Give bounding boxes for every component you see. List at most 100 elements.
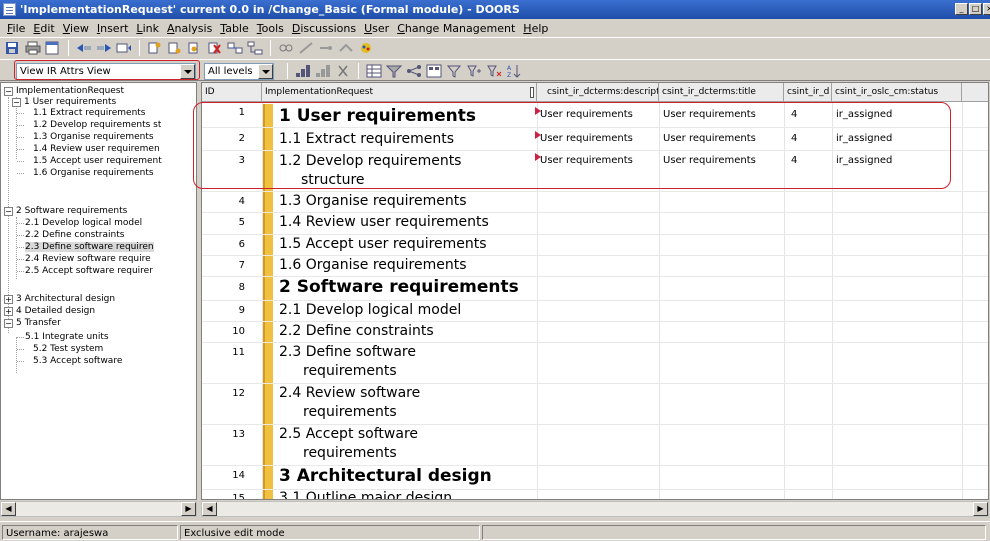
requirement-heading[interactable]: 1 User requirements	[279, 107, 535, 126]
indent-left-icon[interactable]	[76, 41, 92, 55]
requirement-text[interactable]: 3.1 Outline major design	[279, 489, 535, 499]
minimize-button[interactable]: _	[955, 3, 968, 15]
link-end-icon[interactable]	[298, 41, 314, 55]
tree-item[interactable]: 1.4 Review user requiremen	[33, 143, 160, 155]
collapse-icon[interactable]: −	[4, 319, 13, 328]
funnel-icon[interactable]	[446, 64, 462, 78]
print-icon[interactable]	[25, 41, 41, 55]
cell-description[interactable]: User requirements	[540, 155, 633, 167]
tree-item[interactable]: 5.1 Integrate units	[25, 331, 109, 343]
show-structure-icon[interactable]	[295, 64, 311, 78]
requirement-text[interactable]: 1.6 Organise requirements	[279, 256, 535, 275]
table-icon[interactable]	[366, 64, 382, 78]
hierarchy-icon[interactable]	[247, 41, 263, 55]
requirement-text[interactable]: 2.1 Develop logical model	[279, 301, 535, 320]
share-icon[interactable]	[406, 64, 422, 78]
scroll-left-icon[interactable]: ◀	[1, 502, 16, 516]
tree-horizontal-scrollbar[interactable]: ◀ ▶	[0, 501, 197, 517]
cell-description[interactable]: User requirements	[540, 109, 633, 121]
link-delete-icon[interactable]	[318, 41, 334, 55]
color-icon[interactable]	[358, 41, 374, 55]
tree-item[interactable]: 5.2 Test system	[33, 343, 103, 355]
cell-title[interactable]: User requirements	[663, 155, 756, 167]
tree-item[interactable]: 1.2 Develop requirements st	[33, 119, 161, 131]
delete-object-icon[interactable]	[207, 41, 223, 55]
tree-item[interactable]: 2.4 Review software require	[25, 253, 151, 265]
level-dropdown[interactable]: All levels	[204, 63, 274, 80]
tree-item[interactable]: 2.2 Define constraints	[25, 229, 124, 241]
menu-view[interactable]: View	[59, 22, 93, 35]
filter-icon[interactable]	[385, 64, 403, 78]
menu-user[interactable]: User	[360, 22, 393, 35]
insert-child-icon[interactable]	[187, 41, 203, 55]
clear-filter-icon[interactable]	[486, 64, 502, 78]
menu-change-management[interactable]: Change Management	[393, 22, 519, 35]
link-icon[interactable]	[227, 41, 243, 55]
indent-right-icon[interactable]	[96, 41, 112, 55]
save-icon[interactable]	[5, 41, 21, 55]
cell-number[interactable]: 4	[791, 133, 797, 145]
expand-icon[interactable]: +	[4, 295, 13, 304]
link-find-icon[interactable]	[338, 41, 354, 55]
chevron-down-icon[interactable]	[258, 64, 273, 79]
scroll-right-icon[interactable]: ▶	[973, 502, 988, 516]
cell-number[interactable]: 4	[791, 109, 797, 121]
close-button[interactable]: ×	[983, 3, 990, 15]
tree-item[interactable]: 4 Detailed design	[16, 305, 95, 317]
tree-item[interactable]: 2.1 Develop logical model	[25, 217, 142, 229]
show-graphics-icon[interactable]	[315, 64, 331, 78]
menu-insert[interactable]: Insert	[93, 22, 133, 35]
requirement-text[interactable]: 2.2 Define constraints	[279, 322, 535, 341]
collapse-icon[interactable]: −	[12, 98, 21, 107]
requirement-text[interactable]: 1.5 Accept user requirements	[279, 235, 535, 254]
menu-table[interactable]: Table	[216, 22, 252, 35]
requirement-text[interactable]: 1.2 Develop requirements structure	[279, 152, 535, 190]
collapse-icon[interactable]: −	[4, 87, 13, 96]
requirement-heading[interactable]: 3 Architectural design	[279, 467, 535, 486]
tree-item[interactable]: 2 Software requirements	[16, 205, 127, 217]
menu-file[interactable]: File	[3, 22, 29, 35]
advanced-filter-icon[interactable]	[466, 64, 482, 78]
requirement-text[interactable]: 1.3 Organise requirements	[279, 192, 535, 211]
cell-description[interactable]: User requirements	[540, 133, 633, 145]
tree-item[interactable]: 5 Transfer	[16, 317, 61, 329]
cell-number[interactable]: 4	[791, 155, 797, 167]
column-header-status[interactable]: csint_ir_oslc_cm:status	[832, 83, 962, 102]
insert-below-icon[interactable]	[167, 41, 183, 55]
requirement-text[interactable]: 2.3 Define software requirements	[279, 343, 535, 381]
move-icon[interactable]	[116, 41, 132, 55]
insert-object-icon[interactable]	[147, 41, 163, 55]
tree-item-selected[interactable]: 2.3 Define software requiren	[25, 241, 154, 253]
maximize-button[interactable]: □	[969, 3, 982, 15]
cell-status[interactable]: ir_assigned	[836, 133, 892, 145]
column-header-implementation-request[interactable]: ImplementationRequest	[262, 83, 537, 102]
tree-item[interactable]: 2.5 Accept software requirer	[25, 265, 153, 277]
cell-title[interactable]: User requirements	[663, 109, 756, 121]
scroll-right-icon[interactable]: ▶	[181, 502, 196, 516]
menu-edit[interactable]: Edit	[29, 22, 58, 35]
column-header-id[interactable]: ID	[202, 83, 262, 102]
requirement-text[interactable]: 1.4 Review user requirements	[279, 213, 535, 232]
tree-item[interactable]: 3 Architectural design	[16, 293, 115, 305]
requirement-text[interactable]: 1.1 Extract requirements	[279, 130, 535, 149]
column-header-id-number[interactable]: csint_ir_d	[784, 83, 832, 102]
column-header-description[interactable]: csint_ir_dcterms:description	[537, 83, 659, 102]
menu-help[interactable]: Help	[519, 22, 552, 35]
tree-item[interactable]: 5.3 Accept software	[33, 355, 122, 367]
column-header-title[interactable]: csint_ir_dcterms:title	[659, 83, 784, 102]
cell-title[interactable]: User requirements	[663, 133, 756, 145]
tree-item[interactable]: 1.6 Organise requirements	[33, 167, 154, 179]
view-grid-icon[interactable]	[426, 64, 442, 78]
expand-icon[interactable]: +	[4, 307, 13, 316]
menu-link[interactable]: Link	[132, 22, 163, 35]
sort-icon[interactable]: AZ	[506, 64, 522, 79]
properties-icon[interactable]	[45, 41, 61, 55]
requirement-text[interactable]: 2.4 Review software requirements	[279, 384, 535, 422]
menu-discussions[interactable]: Discussions	[288, 22, 360, 35]
cell-status[interactable]: ir_assigned	[836, 155, 892, 167]
view-dropdown[interactable]: View IR Attrs View	[16, 63, 196, 80]
scroll-left-icon[interactable]: ◀	[202, 502, 217, 516]
tree-item[interactable]: 1.5 Accept user requirement	[33, 155, 162, 167]
requirement-heading[interactable]: 2 Software requirements	[279, 278, 535, 297]
menu-tools[interactable]: Tools	[253, 22, 288, 35]
